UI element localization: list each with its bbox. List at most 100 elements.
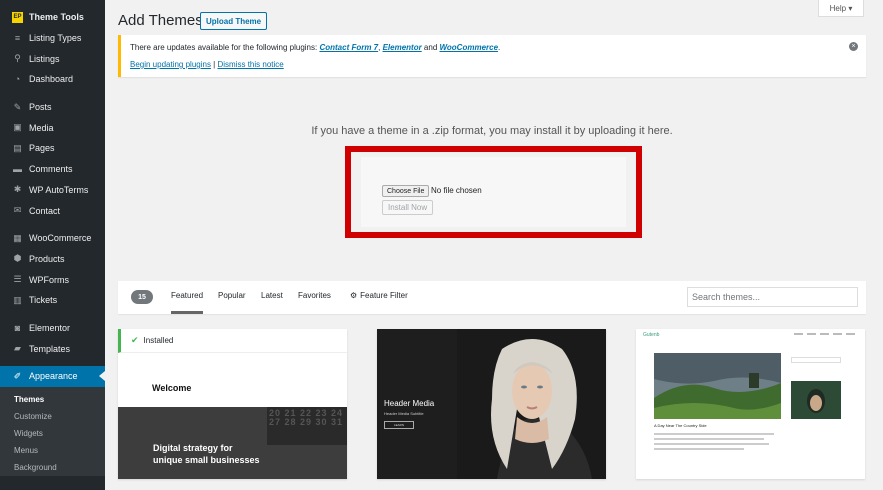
dismiss-notice-link[interactable]: Dismiss this notice <box>217 60 283 69</box>
theme-filter-bar: 15 Featured Popular Latest Favorites ⚙ Fe… <box>118 281 866 314</box>
calendar-graphic: 20 21 22 23 24 27 28 29 30 31 <box>267 407 347 445</box>
installed-label: Installed <box>143 336 174 345</box>
pages-icon: ▤ <box>13 142 22 153</box>
appearance-submenu: Themes Customize Widgets Menus Backgroun… <box>0 386 105 476</box>
sidebar-item-media[interactable]: ▣ Media <box>0 117 105 138</box>
sidebar-search-preview <box>791 357 841 363</box>
sidebar-item-label: WPForms <box>29 274 69 285</box>
tagline-line-2: unique small businesses <box>153 455 260 465</box>
mail-icon: ✉ <box>13 205 22 216</box>
sidebar-item-label: WP AutoTerms <box>29 184 89 195</box>
gear-icon: ✱ <box>13 184 22 195</box>
sidebar-item-listing-types[interactable]: ≡ Listing Types <box>0 28 105 49</box>
sidebar-item-wp-autoterms[interactable]: ✱ WP AutoTerms <box>0 180 105 201</box>
sidebar-item-listings[interactable]: ⚲ Listings <box>0 48 105 69</box>
sidebar-item-theme-tools[interactable]: EP Theme Tools <box>0 7 105 28</box>
admin-sidebar: EP Theme Tools ≡ Listing Types ⚲ Listing… <box>0 0 105 490</box>
theme-card-gutenberg[interactable]: Gutenb A Day Near The Country Side <box>636 329 865 479</box>
page-title: Add Themes <box>118 12 203 29</box>
pin-icon: ✎ <box>13 101 22 112</box>
sidebar-item-label: WooCommerce <box>29 233 92 244</box>
installed-status-bar: ✔ Installed <box>118 329 347 353</box>
begin-updating-link[interactable]: Begin updating plugins <box>130 60 211 69</box>
theme-preview-tagline: Digital strategy for unique small busine… <box>153 442 260 466</box>
sidebar-item-elementor[interactable]: ◙ Elementor <box>0 318 105 339</box>
notice-text: There are updates available for the foll… <box>130 43 320 52</box>
profile-image <box>791 381 841 419</box>
sidebar-item-comments[interactable]: ▬ Comments <box>0 159 105 180</box>
tab-popular[interactable]: Popular <box>218 291 246 300</box>
dashboard-icon: ◔ <box>14 74 21 85</box>
notice-separator: and <box>421 43 440 52</box>
notice-period: . <box>498 43 501 52</box>
sidebar-item-label: Pages <box>29 143 55 154</box>
theme-card-installed[interactable]: ✔ Installed Welcome 20 21 22 23 24 27 28… <box>118 329 347 479</box>
theme-card-header-media[interactable]: Header Media Header Media Subtitle LEARN <box>377 329 606 479</box>
text-line <box>654 433 774 435</box>
cube-icon: ⬢ <box>13 253 22 264</box>
dismiss-icon[interactable]: × <box>849 42 858 51</box>
checkmark-icon: ✔ <box>131 335 139 345</box>
submenu-widgets[interactable]: Widgets <box>0 425 105 442</box>
sidebar-item-templates[interactable]: ▰ Templates <box>0 338 105 359</box>
help-tab[interactable]: Help ▾ <box>818 0 864 17</box>
sidebar-item-label: Listings <box>29 53 60 64</box>
plugin-link-contact-form[interactable]: Contact Form 7 <box>319 43 378 52</box>
file-status-text: No file chosen <box>431 186 482 195</box>
sidebar-item-woocommerce[interactable]: ▦ WooCommerce <box>0 228 105 249</box>
upload-theme-button[interactable]: Upload Theme <box>200 12 268 30</box>
submenu-themes[interactable]: Themes <box>0 391 105 408</box>
theme-preview-title: Header Media <box>384 399 435 408</box>
theme-tools-logo-icon: EP <box>12 11 23 23</box>
tab-latest[interactable]: Latest <box>261 291 283 300</box>
location-pin-icon: ⚲ <box>14 53 21 64</box>
plugin-update-notice: There are updates available for the foll… <box>118 35 866 77</box>
theme-count-badge: 15 <box>131 290 153 304</box>
sidebar-item-pages[interactable]: ▤ Pages <box>0 138 105 159</box>
sidebar-item-label: Dashboard <box>29 74 74 85</box>
comment-icon: ▬ <box>13 164 22 175</box>
theme-preview-subtitle: Header Media Subtitle <box>384 411 424 416</box>
submenu-menus[interactable]: Menus <box>0 442 105 459</box>
sidebar-item-label: Contact <box>29 205 61 216</box>
sidebar-item-dashboard[interactable]: ◔ Dashboard <box>0 69 105 90</box>
theme-preview-button: LEARN <box>384 421 414 429</box>
install-now-button[interactable]: Install Now <box>382 200 434 215</box>
tab-featured[interactable]: Featured <box>171 291 204 314</box>
media-icon: ▣ <box>13 122 22 133</box>
notice-links: Begin updating plugins | Dismiss this no… <box>130 60 857 69</box>
text-line <box>654 448 744 450</box>
sidebar-item-label: Tickets <box>29 295 58 306</box>
upload-highlight-box: Choose File No file chosen Install Now <box>345 146 642 238</box>
theme-preview-post-title: A Day Near The Country Side <box>654 423 707 428</box>
plugin-link-elementor[interactable]: Elementor <box>383 43 422 52</box>
upload-form: Choose File No file chosen Install Now <box>361 157 626 227</box>
feature-filter-button[interactable]: ⚙ Feature Filter <box>350 291 408 300</box>
sidebar-item-tickets[interactable]: ▥ Tickets <box>0 290 105 311</box>
sidebar-item-posts[interactable]: ✎ Posts <box>0 97 105 118</box>
tab-favorites[interactable]: Favorites <box>298 291 331 300</box>
text-line <box>654 443 769 445</box>
sidebar-item-products[interactable]: ⬢ Products <box>0 249 105 270</box>
sidebar-item-contact[interactable]: ✉ Contact <box>0 200 105 221</box>
submenu-background[interactable]: Background <box>0 459 105 476</box>
tagline-line-1: Digital strategy for <box>153 443 233 453</box>
landscape-image <box>654 353 781 419</box>
search-themes-input[interactable] <box>687 287 858 307</box>
sidebar-item-wpforms[interactable]: ☰ WPForms <box>0 269 105 290</box>
theme-preview-heading: Welcome <box>152 383 192 393</box>
sidebar-item-label: Media <box>29 122 54 133</box>
brush-icon: ✐ <box>13 370 22 381</box>
sidebar-item-label: Appearance <box>29 371 78 382</box>
elementor-icon: ◙ <box>14 322 21 333</box>
list-icon: ≡ <box>14 33 21 44</box>
woo-icon: ▦ <box>13 232 22 243</box>
sidebar-item-label: Comments <box>29 164 73 175</box>
text-line <box>654 438 764 440</box>
feature-filter-label: Feature Filter <box>360 291 408 300</box>
choose-file-button[interactable]: Choose File <box>382 185 430 197</box>
gear-icon: ⚙ <box>350 291 358 300</box>
submenu-customize[interactable]: Customize <box>0 408 105 425</box>
sidebar-item-appearance[interactable]: ✐ Appearance <box>0 366 105 387</box>
plugin-link-woocommerce[interactable]: WooCommerce <box>440 43 499 52</box>
